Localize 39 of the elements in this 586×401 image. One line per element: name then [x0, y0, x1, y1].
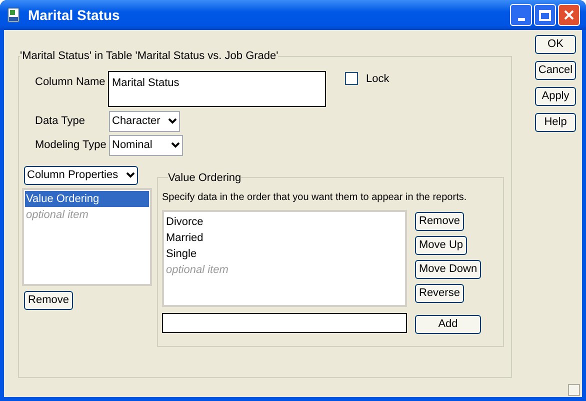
- maximize-button[interactable]: [534, 4, 556, 26]
- data-type-label: Data Type: [35, 114, 86, 129]
- dialog-button[interactable]: Cancel: [535, 61, 576, 80]
- close-icon: [564, 10, 574, 20]
- window-title: Marital Status: [28, 6, 120, 24]
- app-icon: [6, 7, 22, 23]
- value-list-item[interactable]: Single: [166, 246, 403, 262]
- chevron-down-icon: [126, 172, 135, 178]
- resize-grip[interactable]: [568, 384, 580, 396]
- minimize-button[interactable]: [510, 4, 532, 26]
- list-action-button[interactable]: Move Up: [415, 236, 468, 255]
- modeling-type-label: Modeling Type: [35, 138, 108, 153]
- lock-label: Lock: [366, 72, 390, 86]
- data-type-select[interactable]: Character: [109, 110, 180, 132]
- group-title: 'Marital Status' in Table 'Marital Status vs. Job Grade': [20, 49, 278, 64]
- property-list-item[interactable]: Value Ordering: [25, 190, 149, 206]
- close-button[interactable]: [558, 4, 580, 26]
- lock-checkbox[interactable]: [345, 72, 358, 86]
- dialog-button[interactable]: Help: [535, 113, 576, 132]
- list-action-button[interactable]: Move Down: [415, 260, 482, 279]
- list-action-button[interactable]: Reverse: [415, 284, 464, 303]
- chevron-down-icon: [171, 142, 180, 148]
- remove-button[interactable]: Remove: [24, 290, 73, 310]
- minimize-icon: [518, 18, 524, 21]
- add-button[interactable]: Add: [415, 315, 481, 334]
- column-name-label: Column Name: [35, 74, 106, 90]
- column-properties-dropdown[interactable]: Column Properties: [24, 166, 138, 184]
- maximize-icon: [539, 10, 551, 20]
- instructions-text: Specify data in the order that you want them to appear in the reports.: [162, 191, 468, 205]
- chevron-down-icon: [168, 118, 177, 124]
- modeling-type-select[interactable]: Nominal: [109, 134, 183, 156]
- value-list-item[interactable]: Married: [166, 230, 403, 246]
- value-ordering-title: Value Ordering: [168, 170, 242, 186]
- dialog-button[interactable]: Apply: [535, 87, 576, 106]
- dialog-button[interactable]: OK: [535, 35, 576, 54]
- column-name-field[interactable]: Marital Status: [108, 70, 326, 106]
- list-action-button[interactable]: Remove: [415, 212, 464, 231]
- new-value-field[interactable]: [162, 313, 407, 333]
- value-list-item[interactable]: Divorce: [166, 214, 403, 230]
